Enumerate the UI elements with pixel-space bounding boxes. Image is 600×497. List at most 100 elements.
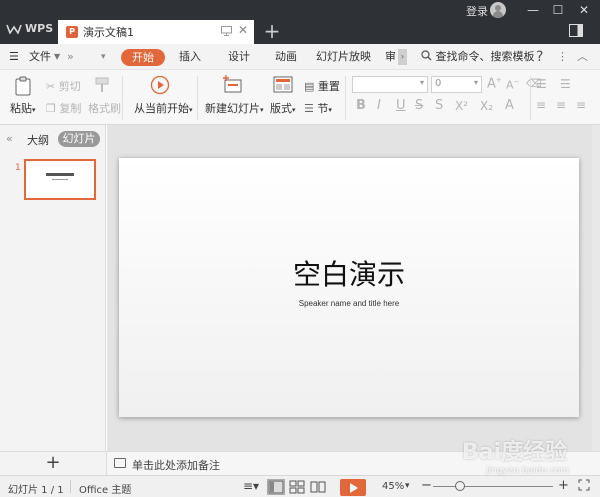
section-button[interactable]: ☰ 节▾ — [304, 100, 332, 116]
layout-button[interactable]: 版式▾ — [270, 100, 296, 116]
text-shadow-icon[interactable]: S — [435, 98, 443, 113]
align-right-icon[interactable]: ≡ — [576, 98, 586, 112]
bold-icon[interactable]: B — [356, 98, 366, 113]
play-slideshow-button[interactable] — [340, 479, 366, 496]
ribbon-separator — [122, 76, 123, 120]
copy-button[interactable]: ❐ 复制 — [46, 100, 81, 116]
superscript-icon[interactable]: X² — [455, 99, 468, 113]
slide-canvas[interactable]: 空白演示 Speaker name and title here — [119, 158, 579, 417]
tab-slideshow[interactable]: 幻灯片放映 — [316, 44, 371, 70]
normal-view-icon[interactable] — [267, 479, 285, 495]
clipboard-icon — [15, 76, 31, 96]
cut-button[interactable]: ✂ 剪切 — [46, 78, 81, 94]
ribbon-separator — [345, 76, 346, 120]
underline-icon[interactable]: U — [396, 98, 406, 113]
paste-button[interactable] — [8, 76, 38, 99]
zoom-level[interactable]: 45% — [382, 481, 404, 492]
minimize-icon[interactable]: — — [521, 0, 545, 20]
font-size-select[interactable]: 0 ▾ — [431, 76, 482, 93]
format-painter-label[interactable]: 格式刷 — [88, 100, 121, 116]
font-color-icon[interactable]: A — [505, 98, 514, 113]
slide-number: 1 — [15, 163, 21, 173]
tab-slides[interactable]: 幻灯片 — [58, 131, 100, 147]
align-center-icon[interactable]: ≡ — [556, 98, 566, 112]
command-search-label: 查找命令、搜索模板 — [435, 50, 535, 63]
ribbon-separator — [197, 76, 198, 120]
slide-panel: « 大纲 幻灯片 1 — [0, 125, 106, 451]
play-from-current-button[interactable]: 从当前开始▾ — [134, 100, 193, 116]
side-panel-toggle-icon[interactable] — [569, 24, 583, 37]
menu-bar: ☰ 文件 ▼ » ▾ 开始 插入 设计 动画 幻灯片放映 审 › 查找命令、搜索… — [0, 44, 600, 70]
bullet-list-icon[interactable]: ☰ — [536, 77, 547, 91]
tabs-scroll-right-icon[interactable]: › — [398, 49, 407, 65]
zoom-dropdown-icon[interactable]: ▾ — [405, 481, 410, 491]
increase-font-icon[interactable]: A+ — [487, 76, 502, 91]
new-slide-icon[interactable] — [220, 75, 244, 98]
zoom-in-button[interactable]: + — [558, 478, 569, 493]
collapse-ribbon-icon[interactable]: ︿ — [577, 44, 588, 70]
tab-home[interactable]: 开始 — [121, 49, 165, 66]
slide-sorter-view-icon[interactable] — [288, 479, 306, 495]
slide-title[interactable]: 空白演示 — [119, 253, 579, 293]
document-tab[interactable]: P 演示文稿1 ✕ — [58, 20, 254, 44]
numbered-list-icon[interactable]: ☰ — [560, 77, 571, 91]
zoom-out-button[interactable]: − — [421, 478, 432, 493]
reset-button[interactable]: ▤ 重置 — [304, 78, 340, 94]
tab-review[interactable]: 审 — [385, 44, 396, 70]
vertical-scrollbar[interactable] — [592, 125, 600, 451]
slide-subtitle[interactable]: Speaker name and title here — [119, 299, 579, 308]
notes-icon — [114, 458, 126, 468]
zoom-slider-handle[interactable] — [455, 481, 465, 491]
tab-outline[interactable]: 大纲 — [27, 132, 49, 148]
add-slide-button[interactable]: + — [0, 452, 106, 476]
app-name: WPS — [25, 22, 54, 35]
new-tab-button[interactable]: + — [260, 20, 284, 44]
decrease-font-icon[interactable]: A− — [506, 78, 519, 92]
status-bar: 幻灯片 1 / 1 Office 主题 ≡▾ 45% ▾ − + — [0, 475, 600, 497]
file-menu[interactable]: 文件 — [29, 44, 51, 70]
chevron-down-icon: ▾ — [419, 78, 424, 87]
notes-placeholder[interactable]: 单击此处添加备注 — [132, 457, 220, 473]
more-options-icon[interactable]: ⋮ — [557, 44, 568, 70]
slide-thumbnail[interactable] — [24, 159, 96, 200]
presentation-file-icon: P — [66, 26, 78, 38]
tab-insert[interactable]: 插入 — [179, 44, 201, 70]
maximize-icon[interactable]: ☐ — [546, 0, 570, 20]
command-search[interactable]: 查找命令、搜索模板 — [421, 44, 535, 70]
close-window-icon[interactable]: ✕ — [572, 0, 596, 20]
tab-design[interactable]: 设计 — [228, 44, 250, 70]
hamburger-icon[interactable]: ☰ — [9, 44, 19, 70]
reading-view-icon[interactable] — [309, 479, 327, 495]
monitor-icon[interactable] — [221, 26, 232, 36]
tab-animation[interactable]: 动画 — [275, 44, 297, 70]
notes-toggle-icon[interactable]: ≡▾ — [243, 479, 259, 493]
format-painter-icon[interactable] — [90, 76, 114, 97]
chevron-down-icon: ▾ — [473, 78, 478, 87]
login-link[interactable]: 登录 — [466, 3, 488, 19]
slide-panel-header: « 大纲 幻灯片 — [0, 125, 106, 152]
align-left-icon[interactable]: ≡ — [536, 98, 546, 112]
theme-name[interactable]: Office 主题 — [79, 481, 131, 496]
new-slide-button[interactable]: 新建幻灯片▾ — [205, 100, 264, 116]
slide-counter: 幻灯片 1 / 1 — [8, 485, 64, 496]
user-avatar-icon[interactable] — [490, 2, 506, 18]
close-tab-icon[interactable]: ✕ — [238, 23, 248, 37]
zoom-slider[interactable] — [433, 486, 553, 487]
help-icon[interactable]: ? — [536, 44, 543, 70]
subscript-icon[interactable]: X₂ — [480, 99, 493, 113]
play-circle-icon[interactable] — [150, 75, 170, 98]
strikethrough-icon[interactable]: S — [415, 98, 423, 113]
paste-label[interactable]: 粘贴▾ — [10, 100, 36, 116]
layout-icon[interactable] — [272, 76, 294, 97]
status-separator — [70, 480, 71, 493]
quick-access-more-icon[interactable]: » — [67, 44, 74, 70]
fit-window-icon[interactable] — [578, 479, 590, 494]
file-dropdown-icon[interactable]: ▼ — [54, 44, 60, 70]
wps-logo[interactable]: WPS — [6, 22, 53, 35]
customize-toolbar-icon[interactable]: ▾ — [101, 44, 106, 70]
italic-icon[interactable]: I — [377, 98, 381, 113]
font-family-select[interactable]: ▾ — [352, 76, 428, 93]
thumbnail-subtitle — [52, 179, 68, 180]
scissors-icon: ✂ — [46, 80, 56, 93]
collapse-panel-icon[interactable]: « — [6, 132, 13, 145]
